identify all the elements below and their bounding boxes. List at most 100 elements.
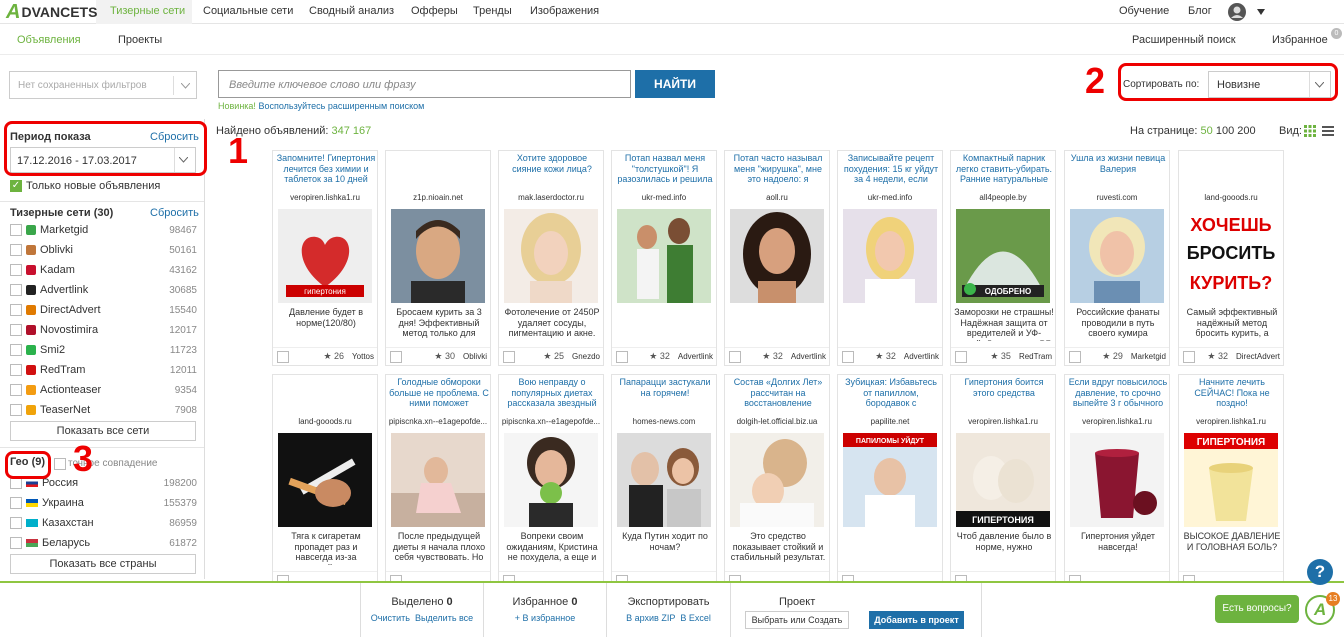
ad-title[interactable]: Ушла из жизни певица Валерия <box>1068 153 1168 185</box>
ad-image[interactable] <box>391 433 485 527</box>
show-all-networks-button[interactable]: Показать все сети <box>10 421 196 441</box>
ad-card[interactable]: Состав «Долгих Лет» рассчитан на восстан… <box>724 374 830 590</box>
ad-title[interactable]: Папарацци застукали на горячем! <box>615 377 715 409</box>
network-row[interactable]: TeaserNet 7908 <box>10 401 197 419</box>
network-row[interactable]: Kadam 43162 <box>10 261 197 279</box>
networks-reset-link[interactable]: Сбросить <box>150 207 199 219</box>
ad-image[interactable] <box>504 433 598 527</box>
network-checkbox[interactable] <box>10 284 22 296</box>
network-row[interactable]: Advertlink 30685 <box>10 281 197 299</box>
country-row[interactable]: Украина 155379 <box>10 494 197 512</box>
clear-link[interactable]: Очистить <box>371 613 410 623</box>
ad-image[interactable]: ГИПЕРТОНИЯ <box>956 433 1050 527</box>
country-checkbox[interactable] <box>10 537 22 549</box>
country-row[interactable]: Казахстан 86959 <box>10 514 197 532</box>
nav-images[interactable]: Изображения <box>530 5 599 17</box>
ad-image[interactable] <box>617 209 711 303</box>
ad-image[interactable] <box>730 433 824 527</box>
add-to-favorites-link[interactable]: + В избранное <box>484 613 606 623</box>
add-to-project-button[interactable]: Добавить в проект <box>869 611 964 629</box>
ad-image[interactable] <box>278 433 372 527</box>
country-checkbox[interactable] <box>10 497 22 509</box>
advancets-logo[interactable]: A DVANCETS <box>6 1 97 23</box>
ad-image[interactable]: ПАПИЛОМЫ УЙДУТ <box>843 433 937 527</box>
ad-card[interactable]: Зубицкая: Избавьтесь от папиллом, борода… <box>837 374 943 590</box>
ad-title[interactable]: Хотите здоровое сияние кожи лица? <box>502 153 602 185</box>
ad-select-checkbox[interactable] <box>1183 350 1195 363</box>
ad-title[interactable]: Запомните! Гипертония лечится без химии … <box>276 153 376 185</box>
ad-card[interactable]: z1p.nioain.net Бросаем курить за 3 дня! Э… <box>385 150 491 366</box>
nav-teaser-networks[interactable]: Тизерные сети <box>110 5 185 17</box>
ad-title[interactable]: Потап назвал меня "толстушкой"! Я разозл… <box>615 153 715 185</box>
country-row[interactable]: Беларусь 61872 <box>10 534 197 552</box>
subnav-advanced-search[interactable]: Расширенный поиск <box>1132 34 1236 46</box>
network-checkbox[interactable] <box>10 384 22 396</box>
ad-card[interactable]: Если вдруг повысилось давление, то срочн… <box>1064 374 1170 590</box>
show-all-countries-button[interactable]: Показать все страны <box>10 554 196 574</box>
hint-advanced-link[interactable]: Воспользуйтесь расширенным поиском <box>258 101 424 111</box>
chevron-down-icon[interactable] <box>1257 9 1265 15</box>
ad-card[interactable]: Потап назвал меня "толстушкой"! Я разозл… <box>611 150 717 366</box>
network-checkbox[interactable] <box>10 304 22 316</box>
network-row[interactable]: DirectAdvert 15540 <box>10 301 197 319</box>
ad-title[interactable]: Состав «Долгих Лет» рассчитан на восстан… <box>728 377 828 409</box>
nav-trends[interactable]: Тренды <box>473 5 512 17</box>
search-input[interactable]: Введите ключевое слово или фразу <box>218 70 631 98</box>
ad-title[interactable]: Компактный парник легко ставить-убирать.… <box>954 153 1054 185</box>
ad-card[interactable]: Потап часто называл меня "жирушка", мне … <box>724 150 830 366</box>
per-page-100[interactable]: 100 <box>1216 125 1234 137</box>
ad-card[interactable]: Гипертония боится этого средства veropire… <box>950 374 1056 590</box>
network-checkbox[interactable] <box>10 404 22 416</box>
country-checkbox[interactable] <box>10 517 22 529</box>
ad-card[interactable]: Голодные обмороки больше не проблема. С … <box>385 374 491 590</box>
ad-image[interactable] <box>1070 433 1164 527</box>
ad-title[interactable]: Если вдруг повысилось давление, то срочн… <box>1068 377 1168 409</box>
network-row[interactable]: Oblivki 50161 <box>10 241 197 259</box>
ad-select-checkbox[interactable] <box>277 350 289 363</box>
ad-card[interactable]: Запомните! Гипертония лечится без химии … <box>272 150 378 366</box>
user-avatar-icon[interactable] <box>1227 2 1247 22</box>
saved-filters-select[interactable]: Нет сохраненных фильтров <box>9 71 197 99</box>
ad-select-checkbox[interactable] <box>390 350 402 363</box>
ad-image[interactable]: гипертония <box>278 209 372 303</box>
nav-blog[interactable]: Блог <box>1188 5 1212 17</box>
ad-image[interactable]: ОДОБРЕНО <box>956 209 1050 303</box>
ad-image[interactable] <box>391 209 485 303</box>
grid-view-icon[interactable] <box>1304 125 1316 137</box>
ad-card[interactable]: Ушла из жизни певица Валерия ruvesti.com Р… <box>1064 150 1170 366</box>
ad-select-checkbox[interactable] <box>616 350 628 363</box>
nav-learning[interactable]: Обучение <box>1119 5 1169 17</box>
network-row[interactable]: Marketgid 98467 <box>10 221 197 239</box>
network-checkbox[interactable] <box>10 344 22 356</box>
ad-card[interactable]: Начните лечить СЕЙЧАС! Пока не поздно! ve… <box>1178 374 1284 590</box>
ad-image[interactable]: ХОЧЕШЬ БРОСИТЬ КУРИТЬ? <box>1184 209 1278 303</box>
network-row[interactable]: Actionteaser 9354 <box>10 381 197 399</box>
per-page-50[interactable]: 50 <box>1201 125 1213 137</box>
ad-title[interactable] <box>1182 153 1282 185</box>
ad-title[interactable] <box>389 153 489 185</box>
ad-card[interactable]: Вою неправду о популярных диетах рассказ… <box>498 374 604 590</box>
select-all-link[interactable]: Выделить все <box>415 613 473 623</box>
ad-card[interactable]: land-gooods.ru Тяга к сигаретам пропадет … <box>272 374 378 590</box>
nav-offers[interactable]: Офферы <box>411 5 458 17</box>
network-checkbox[interactable] <box>10 364 22 376</box>
ad-title[interactable]: Голодные обмороки больше не проблема. С … <box>389 377 489 409</box>
ad-image[interactable] <box>843 209 937 303</box>
nav-social-networks[interactable]: Социальные сети <box>203 5 293 17</box>
ad-title[interactable]: Потап часто называл меня "жирушка", мне … <box>728 153 828 185</box>
find-button[interactable]: НАЙТИ <box>635 70 715 98</box>
project-select[interactable]: Выбрать или Создать <box>745 611 849 629</box>
ad-card[interactable]: Записывайте рецепт похудения: 15 кг уйду… <box>837 150 943 366</box>
ad-image[interactable] <box>617 433 711 527</box>
ad-title[interactable] <box>276 377 376 409</box>
subnav-favorites[interactable]: Избранное <box>1272 34 1328 46</box>
ad-card[interactable]: Компактный парник легко ставить-убирать.… <box>950 150 1056 366</box>
ad-select-checkbox[interactable] <box>842 350 854 363</box>
ad-card[interactable]: Хотите здоровое сияние кожи лица? mak.las… <box>498 150 604 366</box>
ad-title[interactable]: Записывайте рецепт похудения: 15 кг уйду… <box>841 153 941 185</box>
network-checkbox[interactable] <box>10 244 22 256</box>
ad-image[interactable] <box>730 209 824 303</box>
ad-title[interactable]: Вою неправду о популярных диетах рассказ… <box>502 377 602 409</box>
network-checkbox[interactable] <box>10 224 22 236</box>
subnav-projects[interactable]: Проекты <box>118 34 162 46</box>
